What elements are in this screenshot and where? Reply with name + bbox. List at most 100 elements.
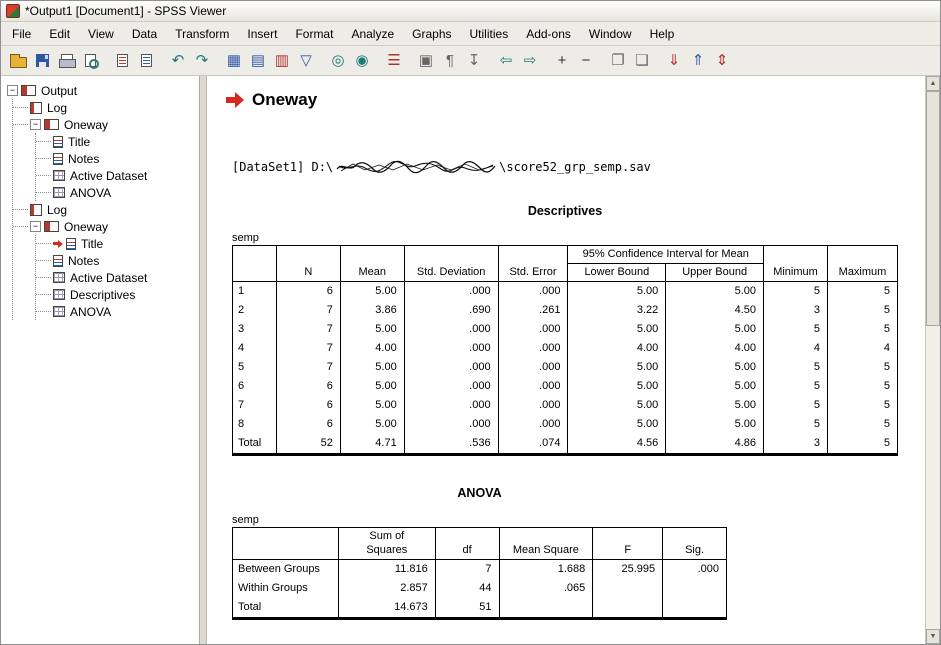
descriptives-table[interactable]: NMeanStd. DeviationStd. Error95% Confide…	[232, 245, 898, 456]
column-header: Std. Deviation	[404, 246, 498, 282]
descriptives-block: Descriptives semp NMeanStd. DeviationStd…	[232, 204, 898, 456]
tree-item-oneway[interactable]: −Oneway	[30, 218, 197, 235]
cell: 5.00	[666, 358, 764, 377]
menu-file[interactable]: File	[3, 23, 40, 45]
tree-item-notes[interactable]: Notes	[53, 150, 197, 167]
toolbar: ↶↷ ▦▤▥▽ ◎◉ ☰ ▣¶↧ ⇦⇨ +−❐❑ ⇓⇑⇕	[1, 46, 940, 76]
column-header: Maximum	[828, 246, 898, 282]
menu-graphs[interactable]: Graphs	[403, 23, 460, 45]
cell: 3	[764, 301, 828, 320]
menu-analyze[interactable]: Analyze	[342, 23, 403, 45]
cell: 4	[828, 339, 898, 358]
insert-text-icon[interactable]: ¶	[438, 49, 462, 73]
menu-utilities[interactable]: Utilities	[461, 23, 518, 45]
row-label: Total	[233, 434, 277, 455]
print-icon[interactable]	[54, 49, 78, 73]
cell: 6	[276, 282, 340, 302]
menu-edit[interactable]: Edit	[40, 23, 79, 45]
cell: 5.00	[340, 396, 404, 415]
undo-icon[interactable]: ↶	[166, 49, 190, 73]
tree-expand-toggle-icon[interactable]: −	[7, 85, 18, 96]
show-output-icon[interactable]: ❐	[606, 49, 630, 73]
menu-data[interactable]: Data	[123, 23, 166, 45]
scroll-down-icon[interactable]	[926, 629, 940, 644]
previous-object-icon[interactable]: ⇦	[494, 49, 518, 73]
table-row: Within Groups2.85744.065	[233, 579, 727, 598]
table-row: 765.00.000.0005.005.0055	[233, 396, 898, 415]
use-variable-sets-icon[interactable]: ▽	[294, 49, 318, 73]
tree-item-title[interactable]: Title	[53, 235, 197, 252]
menu-window[interactable]: Window	[580, 23, 641, 45]
row-label: 7	[233, 396, 277, 415]
menu-format[interactable]: Format	[286, 23, 342, 45]
cell: 2.857	[338, 579, 435, 598]
export-output-icon[interactable]	[110, 49, 134, 73]
table-row: 375.00.000.0005.005.0055	[233, 320, 898, 339]
menu-help[interactable]: Help	[641, 23, 684, 45]
goto-data-icon[interactable]: ▦	[222, 49, 246, 73]
cell: 5	[828, 282, 898, 302]
tree-item-active-dataset[interactable]: Active Dataset	[53, 167, 197, 184]
scroll-track[interactable]	[926, 91, 940, 629]
anova-table[interactable]: Sum of SquaresdfMean SquareFSig.Between …	[232, 527, 727, 619]
tree-item-oneway[interactable]: −Oneway	[30, 116, 197, 133]
insert-title-icon[interactable]: ▣	[414, 49, 438, 73]
scroll-thumb[interactable]	[926, 91, 940, 326]
cell: 5	[764, 282, 828, 302]
next-object-icon[interactable]: ⇨	[518, 49, 542, 73]
cell: 3.22	[568, 301, 666, 320]
row-label: Within Groups	[233, 579, 339, 598]
cell: .000	[404, 320, 498, 339]
variables-icon[interactable]: ▥	[270, 49, 294, 73]
vertical-scrollbar[interactable]	[925, 76, 940, 644]
cell: 5	[828, 358, 898, 377]
row-label: Total	[233, 598, 339, 619]
open-file-icon[interactable]	[6, 49, 30, 73]
tree-item-anova[interactable]: ANOVA	[53, 184, 197, 201]
cell: 11.816	[338, 559, 435, 579]
tree-expand-toggle-icon[interactable]: −	[30, 221, 41, 232]
menu-add-ons[interactable]: Add-ons	[517, 23, 580, 45]
tree-item-anova[interactable]: ANOVA	[53, 303, 197, 320]
tree-item-notes[interactable]: Notes	[53, 252, 197, 269]
insert-page-break-icon[interactable]: ↧	[462, 49, 486, 73]
column-header-text: Sum of Squares	[361, 530, 413, 556]
tree-expand-toggle-icon[interactable]: −	[30, 119, 41, 130]
save-file-icon[interactable]	[30, 49, 54, 73]
tree-item-title[interactable]: Title	[53, 133, 197, 150]
designate-window-icon[interactable]: ◉	[350, 49, 374, 73]
print-preview-icon[interactable]	[78, 49, 102, 73]
column-header: Upper Bound	[666, 264, 764, 282]
cell: 52	[276, 434, 340, 455]
move-output-icon[interactable]: ⇕	[710, 49, 734, 73]
cell: 51	[435, 598, 499, 619]
recall-dialogs-icon[interactable]	[134, 49, 158, 73]
goto-case-icon[interactable]: ▤	[246, 49, 270, 73]
pane-splitter[interactable]	[200, 76, 207, 644]
tree-item-active-dataset[interactable]: Active Dataset	[53, 269, 197, 286]
cell: 4.50	[666, 301, 764, 320]
scroll-up-icon[interactable]	[926, 76, 940, 91]
promote-icon[interactable]: ⇑	[686, 49, 710, 73]
hide-output-icon[interactable]: ❑	[630, 49, 654, 73]
expand-output-icon[interactable]: +	[550, 49, 574, 73]
tree-item-label: ANOVA	[68, 186, 113, 200]
tree-item-descriptives[interactable]: Descriptives	[53, 286, 197, 303]
log-icon	[30, 102, 42, 114]
menu-transform[interactable]: Transform	[166, 23, 238, 45]
menu-view[interactable]: View	[79, 23, 123, 45]
demote-icon[interactable]: ⇓	[662, 49, 686, 73]
cell: 7	[276, 339, 340, 358]
tree-item-log[interactable]: Log	[30, 201, 197, 218]
select-last-output-icon[interactable]: ◎	[326, 49, 350, 73]
collapse-output-icon[interactable]: −	[574, 49, 598, 73]
outline-pane: −OutputLog−OnewayTitleNotesActive Datase…	[1, 76, 200, 644]
column-header	[233, 246, 277, 282]
dataset-path: [DataSet1] D:\ \score52_grp_semp.sav	[232, 160, 925, 174]
tree-item-log[interactable]: Log	[30, 99, 197, 116]
tree-item-output[interactable]: −Output	[7, 82, 197, 99]
row-label: 8	[233, 415, 277, 434]
menu-insert[interactable]: Insert	[238, 23, 286, 45]
redo-icon[interactable]: ↷	[190, 49, 214, 73]
insert-heading-icon[interactable]: ☰	[382, 49, 406, 73]
